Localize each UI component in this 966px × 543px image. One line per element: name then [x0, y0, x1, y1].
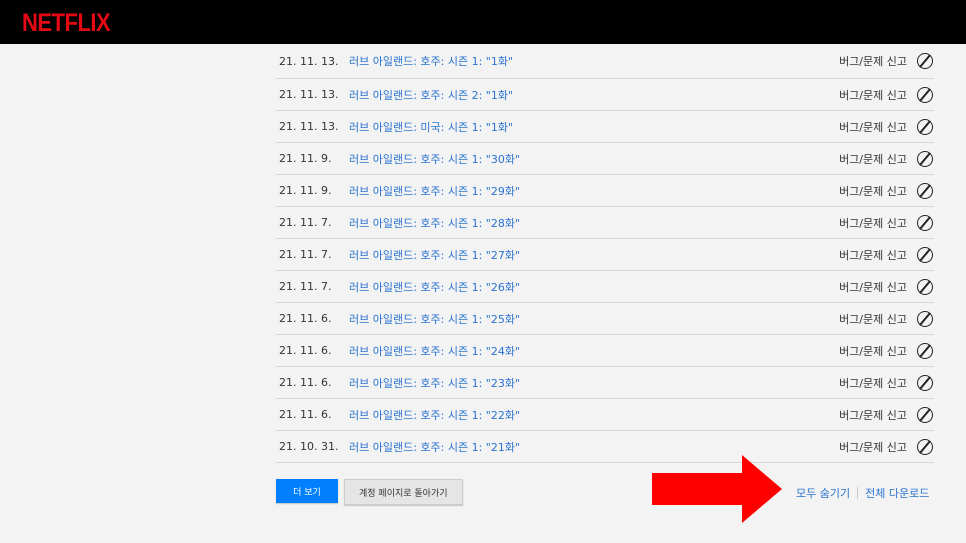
hide-circle-slash-icon[interactable] — [917, 310, 933, 327]
table-row: 21. 11. 13. 러브 아일랜드: 호주: 시즌 1: "1화" 버그/문… — [276, 44, 934, 79]
hide-circle-slash-icon[interactable] — [917, 246, 933, 263]
report-problem-link[interactable]: 버그/문제 신고 — [839, 375, 907, 391]
table-row: 21. 11. 9. 러브 아일랜드: 호주: 시즌 1: "29화" 버그/문… — [276, 175, 934, 207]
report-problem-link[interactable]: 버그/문제 신고 — [839, 53, 907, 69]
red-arrow-icon — [652, 455, 782, 523]
row-title-link[interactable]: 러브 아일랜드: 호주: 시즌 1: "25화" — [349, 311, 839, 327]
hide-circle-slash-icon[interactable] — [917, 214, 933, 231]
row-date: 21. 10. 31. — [279, 440, 339, 453]
report-problem-link[interactable]: 버그/문제 신고 — [839, 279, 907, 295]
table-row: 21. 11. 13. 러브 아일랜드: 호주: 시즌 2: "1화" 버그/문… — [276, 79, 934, 111]
row-date: 21. 11. 7. — [279, 216, 332, 229]
row-date: 21. 11. 7. — [279, 280, 332, 293]
table-row: 21. 11. 6. 러브 아일랜드: 호주: 시즌 1: "25화" 버그/문… — [276, 303, 934, 335]
row-title-link[interactable]: 러브 아일랜드: 호주: 시즌 1: "23화" — [349, 375, 839, 391]
table-row: 21. 11. 6. 러브 아일랜드: 호주: 시즌 1: "24화" 버그/문… — [276, 335, 934, 367]
row-title-link[interactable]: 러브 아일랜드: 호주: 시즌 1: "22화" — [349, 407, 839, 423]
table-row: 21. 10. 31. 러브 아일랜드: 호주: 시즌 1: "21화" 버그/… — [276, 431, 934, 463]
row-date: 21. 11. 7. — [279, 248, 332, 261]
row-date: 21. 11. 6. — [279, 344, 332, 357]
top-navigation-bar: NETFLIX — [0, 0, 966, 44]
row-title-link[interactable]: 러브 아일랜드: 호주: 시즌 1: "27화" — [349, 247, 839, 263]
show-more-button[interactable]: 더 보기 — [276, 479, 338, 503]
row-date: 21. 11. 9. — [279, 152, 332, 165]
row-title-link[interactable]: 러브 아일랜드: 호주: 시즌 1: "28화" — [349, 215, 839, 231]
report-problem-link[interactable]: 버그/문제 신고 — [839, 343, 907, 359]
table-row: 21. 11. 7. 러브 아일랜드: 호주: 시즌 1: "26화" 버그/문… — [276, 271, 934, 303]
back-to-account-button[interactable]: 계정 페이지로 돌아가기 — [344, 479, 463, 505]
hide-circle-slash-icon[interactable] — [917, 150, 933, 167]
row-title-link[interactable]: 러브 아일랜드: 호주: 시즌 1: "30화" — [349, 151, 839, 167]
hide-circle-slash-icon[interactable] — [917, 118, 933, 135]
row-title-link[interactable]: 러브 아일랜드: 호주: 시즌 1: "1화" — [349, 53, 839, 69]
table-row: 21. 11. 6. 러브 아일랜드: 호주: 시즌 1: "22화" 버그/문… — [276, 399, 934, 431]
hide-circle-slash-icon[interactable] — [917, 342, 933, 359]
row-title-link[interactable]: 러브 아일랜드: 미국: 시즌 1: "1화" — [349, 119, 839, 135]
row-title-link[interactable]: 러브 아일랜드: 호주: 시즌 1: "21화" — [349, 439, 839, 455]
row-date: 21. 11. 13. — [279, 120, 339, 133]
report-problem-link[interactable]: 버그/문제 신고 — [839, 439, 907, 455]
viewing-activity-list: 21. 11. 13. 러브 아일랜드: 호주: 시즌 1: "1화" 버그/문… — [276, 44, 934, 463]
row-date: 21. 11. 6. — [279, 376, 332, 389]
table-row: 21. 11. 7. 러브 아일랜드: 호주: 시즌 1: "27화" 버그/문… — [276, 239, 934, 271]
table-row: 21. 11. 13. 러브 아일랜드: 미국: 시즌 1: "1화" 버그/문… — [276, 111, 934, 143]
row-date: 21. 11. 13. — [279, 54, 339, 68]
report-problem-link[interactable]: 버그/문제 신고 — [839, 407, 907, 423]
hide-circle-slash-icon[interactable] — [917, 374, 933, 391]
report-problem-link[interactable]: 버그/문제 신고 — [839, 215, 907, 231]
hide-circle-slash-icon[interactable] — [917, 86, 933, 103]
row-title-link[interactable]: 러브 아일랜드: 호주: 시즌 1: "24화" — [349, 343, 839, 359]
hide-circle-slash-icon[interactable] — [917, 53, 933, 69]
bottom-links: 모두 숨기기 전체 다운로드 — [796, 485, 929, 501]
row-title-link[interactable]: 러브 아일랜드: 호주: 시즌 2: "1화" — [349, 87, 839, 103]
action-buttons: 더 보기 계정 페이지로 돌아가기 — [276, 479, 463, 505]
report-problem-link[interactable]: 버그/문제 신고 — [839, 247, 907, 263]
row-date: 21. 11. 6. — [279, 312, 332, 325]
row-date: 21. 11. 9. — [279, 184, 332, 197]
link-divider — [857, 487, 859, 499]
row-title-link[interactable]: 러브 아일랜드: 호주: 시즌 1: "29화" — [349, 183, 839, 199]
netflix-logo[interactable]: NETFLIX — [22, 8, 111, 38]
hide-circle-slash-icon[interactable] — [917, 182, 933, 199]
table-row: 21. 11. 9. 러브 아일랜드: 호주: 시즌 1: "30화" 버그/문… — [276, 143, 934, 175]
row-date: 21. 11. 13. — [279, 88, 339, 101]
download-all-link[interactable]: 전체 다운로드 — [865, 485, 929, 501]
table-row: 21. 11. 7. 러브 아일랜드: 호주: 시즌 1: "28화" 버그/문… — [276, 207, 934, 239]
hide-circle-slash-icon[interactable] — [917, 278, 933, 295]
hide-circle-slash-icon[interactable] — [917, 406, 933, 423]
report-problem-link[interactable]: 버그/문제 신고 — [839, 151, 907, 167]
hide-circle-slash-icon[interactable] — [917, 438, 933, 455]
table-row: 21. 11. 6. 러브 아일랜드: 호주: 시즌 1: "23화" 버그/문… — [276, 367, 934, 399]
row-date: 21. 11. 6. — [279, 408, 332, 421]
report-problem-link[interactable]: 버그/문제 신고 — [839, 119, 907, 135]
report-problem-link[interactable]: 버그/문제 신고 — [839, 87, 907, 103]
report-problem-link[interactable]: 버그/문제 신고 — [839, 183, 907, 199]
row-title-link[interactable]: 러브 아일랜드: 호주: 시즌 1: "26화" — [349, 279, 839, 295]
hide-all-link[interactable]: 모두 숨기기 — [796, 485, 850, 501]
report-problem-link[interactable]: 버그/문제 신고 — [839, 311, 907, 327]
